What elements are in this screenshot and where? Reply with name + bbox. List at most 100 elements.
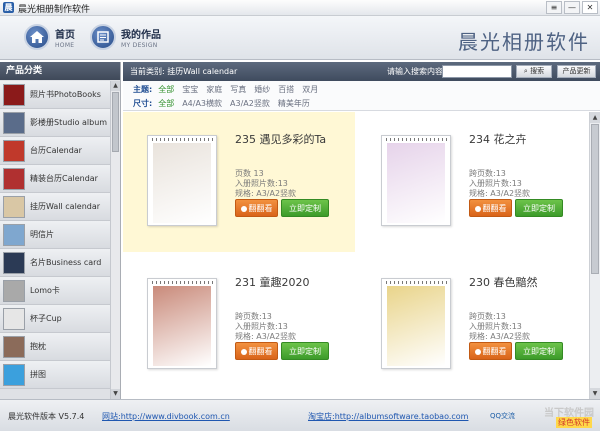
flip-icon [240, 206, 247, 212]
category-item[interactable]: 台历Calendar [0, 137, 110, 165]
flip-preview-button[interactable]: 翻翻看 [469, 342, 512, 360]
search-icon: ⌕ [523, 67, 528, 75]
calendar-thumbnail[interactable] [381, 135, 451, 226]
theme-option[interactable]: 写真 [230, 84, 246, 95]
theme-filter: 主题: 全部 宝宝 家庭 写真 婚纱 百搭 双月 [133, 83, 326, 96]
customize-now-button[interactable]: 立即定制 [281, 342, 329, 360]
theme-option[interactable]: 双月 [302, 84, 318, 95]
flip-preview-button[interactable]: 翻翻看 [235, 199, 278, 217]
calendar-binding [386, 281, 448, 284]
size-option[interactable]: A4/A3横款 [182, 98, 222, 109]
calendar-thumbnail[interactable] [147, 278, 217, 369]
category-label: 精装台历Calendar [30, 174, 98, 183]
nav-my-design-label: 我的作品 [121, 29, 161, 41]
content-toolbar: 当前类别: 挂历Wall calendar 请输入搜索内容: ⌕ 搜索 产品更新 [123, 62, 600, 81]
close-icon[interactable]: ✕ [582, 1, 598, 14]
search-label: 请输入搜索内容: [387, 67, 446, 76]
scroll-thumb[interactable] [591, 124, 599, 274]
theme-option[interactable]: 百搭 [278, 84, 294, 95]
category-item[interactable]: 抱枕 [0, 333, 110, 361]
category-item[interactable]: 影楼册Studio album [0, 109, 110, 137]
product-spec: 规格: A3/A2竖款 [235, 332, 297, 341]
calendar-thumbnail[interactable] [381, 278, 451, 369]
scroll-down-icon[interactable]: ▼ [111, 389, 120, 399]
watermark-badge: 绿色软件 [556, 417, 592, 428]
home-icon [24, 24, 50, 50]
category-thumbnail [3, 336, 25, 358]
category-label: 拼图 [30, 370, 46, 379]
calendar-photo [387, 286, 445, 366]
category-label: 照片书PhotoBooks [30, 90, 101, 99]
category-item[interactable]: 名片Business card [0, 249, 110, 277]
category-label: 明信片 [30, 230, 54, 239]
category-item[interactable]: 照片书PhotoBooks [0, 81, 110, 109]
category-thumbnail [3, 308, 25, 330]
flip-icon [474, 349, 481, 355]
category-list: 照片书PhotoBooks 影楼册Studio album 台历Calendar 精装… [0, 81, 110, 389]
content-scrollbar[interactable]: ▲ ▼ [589, 112, 600, 399]
update-button[interactable]: 产品更新 [557, 65, 596, 78]
theme-label: 主题: [133, 85, 153, 94]
category-item[interactable]: 挂历Wall calendar [0, 193, 110, 221]
customize-now-button[interactable]: 立即定制 [515, 342, 563, 360]
size-option[interactable]: 全部 [158, 98, 174, 109]
theme-option[interactable]: 宝宝 [182, 84, 198, 95]
size-option[interactable]: A3/A2竖款 [230, 98, 270, 109]
category-label: 抱枕 [30, 342, 46, 351]
size-filter: 尺寸: 全部 A4/A3横款 A3/A2竖款 精美年历 [133, 97, 318, 110]
scroll-thumb[interactable] [112, 92, 119, 152]
search-button[interactable]: ⌕ 搜索 [516, 65, 552, 78]
category-thumbnail [3, 364, 25, 386]
flip-preview-button[interactable]: 翻翻看 [235, 342, 278, 360]
product-card[interactable]: 235 遇见多彩的Ta 页数 13 入册照片数:13 规格: A3/A2竖款 翻翻看 立即… [123, 112, 355, 252]
website-link[interactable]: 网站:http://www.divbook.com.cn [102, 411, 230, 422]
shop-link[interactable]: 淘宝店:http://albumsoftware.taobao.com [308, 411, 468, 422]
category-label: 台历Calendar [30, 146, 82, 155]
calendar-photo [153, 143, 211, 223]
flip-preview-button[interactable]: 翻翻看 [469, 199, 512, 217]
scroll-up-icon[interactable]: ▲ [111, 81, 120, 91]
design-icon [90, 24, 116, 50]
theme-option[interactable]: 家庭 [206, 84, 222, 95]
brand-logo: 晨光相册软件 [458, 30, 590, 54]
status-bar: 晨光软件版本 V5.7.4 网站:http://www.divbook.com.… [0, 399, 600, 431]
category-sidebar: 产品分类 照片书PhotoBooks 影楼册Studio album 台历Calen… [0, 62, 121, 399]
app-icon: 晨 [3, 2, 14, 13]
menu-icon[interactable]: ≡ [546, 1, 562, 14]
nav-home-sub: HOME [55, 41, 75, 49]
product-card[interactable]: 230 春色黯然 跨页数:13 入册照片数:13 规格: A3/A2竖款 翻翻看 立即定制 [357, 255, 589, 395]
nav-my-design-sub: MY DESIGN [121, 41, 158, 49]
version-text: 晨光软件版本 V5.7.4 [8, 412, 85, 421]
category-item[interactable]: 精装台历Calendar [0, 165, 110, 193]
category-thumbnail [3, 252, 25, 274]
theme-option[interactable]: 全部 [158, 84, 174, 95]
customize-now-button[interactable]: 立即定制 [281, 199, 329, 217]
sidebar-heading: 产品分类 [0, 62, 120, 80]
calendar-thumbnail[interactable] [147, 135, 217, 226]
sidebar-scrollbar[interactable]: ▲ ▼ [110, 81, 120, 399]
category-item[interactable]: Lomo卡 [0, 277, 110, 305]
search-input[interactable] [442, 65, 512, 78]
calendar-photo [153, 286, 211, 366]
minimize-icon[interactable]: — [564, 1, 580, 14]
category-label: 杯子Cup [30, 314, 62, 323]
nav-home-label: 首页 [55, 29, 75, 41]
size-option[interactable]: 精美年历 [278, 98, 310, 109]
category-item[interactable]: 明信片 [0, 221, 110, 249]
customize-now-button[interactable]: 立即定制 [515, 199, 563, 217]
category-thumbnail [3, 224, 25, 246]
theme-option[interactable]: 婚纱 [254, 84, 270, 95]
app-header: 首页 HOME 我的作品 MY DESIGN 晨光相册软件 [0, 16, 600, 60]
nav-my-design[interactable]: 我的作品 MY DESIGN [90, 24, 161, 50]
product-spec: 规格: A3/A2竖款 [469, 189, 531, 198]
nav-home[interactable]: 首页 HOME [24, 24, 75, 50]
product-card[interactable]: 231 童趣2020 跨页数:13 入册照片数:13 规格: A3/A2竖款 翻翻看 立即… [123, 255, 355, 395]
product-card[interactable]: 234 花之卉 跨页数:13 入册照片数:13 规格: A3/A2竖款 翻翻看 立即定制 [357, 112, 589, 252]
scroll-down-icon[interactable]: ▼ [590, 388, 600, 399]
title-bar: 晨 晨光相册制作软件 ≡ — ✕ [0, 0, 600, 16]
category-thumbnail [3, 112, 25, 134]
category-item[interactable]: 杯子Cup [0, 305, 110, 333]
category-item[interactable]: 拼图 [0, 361, 110, 389]
filter-panel: 主题: 全部 宝宝 家庭 写真 婚纱 百搭 双月 尺寸: 全部 A4/A3横款 A3/A2竖款精… [123, 81, 600, 111]
scroll-up-icon[interactable]: ▲ [590, 112, 600, 123]
